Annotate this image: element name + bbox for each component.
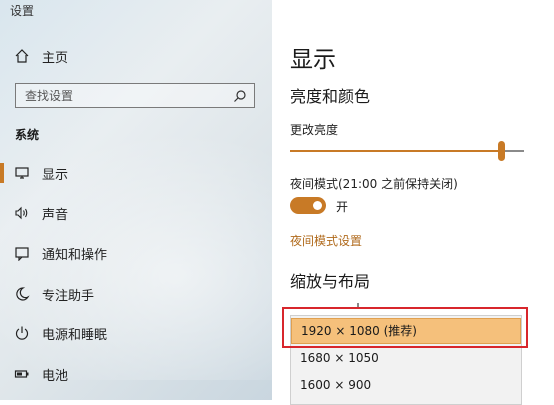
sidebar-item-label: 主页	[42, 50, 69, 66]
page-title: 显示	[290, 47, 336, 73]
window-title: 设置	[10, 4, 35, 18]
notification-icon	[14, 245, 30, 261]
night-light-settings-link[interactable]: 夜间模式设置	[290, 232, 362, 249]
section-label-system: 系统	[15, 128, 40, 142]
night-light-state: 开	[336, 200, 349, 214]
dropdown-scroll-indicator	[357, 303, 359, 309]
sidebar-item-label: 声音	[42, 207, 69, 223]
sidebar-item-sound[interactable]: 声音	[0, 195, 272, 231]
brightness-slider-thumb[interactable]	[497, 141, 505, 161]
monitor-icon	[14, 165, 30, 181]
search-icon[interactable]	[233, 88, 247, 102]
sidebar: 设置 主页 系统 显示 声音 通知和操作 专注助手	[0, 0, 272, 400]
search-input[interactable]	[16, 84, 225, 107]
scale-layout-heading: 缩放与布局	[290, 272, 371, 291]
resolution-option[interactable]: 1600 × 900	[291, 372, 521, 398]
sidebar-item-label: 电池	[42, 368, 69, 384]
brightness-section-heading: 亮度和颜色	[290, 87, 371, 106]
brightness-slider-fill	[290, 150, 501, 152]
sidebar-item-label: 通知和操作	[42, 247, 108, 263]
sidebar-item-focus-assist[interactable]: 专注助手	[0, 276, 272, 312]
toggle-knob	[313, 201, 322, 210]
resolution-option-selected[interactable]: 1920 × 1080 (推荐)	[291, 318, 521, 344]
brightness-label: 更改亮度	[290, 123, 339, 137]
search-field[interactable]	[15, 83, 255, 108]
sidebar-item-notifications[interactable]: 通知和操作	[0, 235, 272, 271]
sidebar-item-battery[interactable]: 电池	[0, 356, 272, 392]
sidebar-item-home[interactable]: 主页	[0, 38, 272, 74]
night-light-toggle[interactable]	[290, 197, 326, 214]
battery-icon	[14, 366, 30, 382]
home-icon	[14, 48, 30, 64]
sidebar-item-display[interactable]: 显示	[0, 155, 272, 191]
brightness-slider[interactable]	[290, 141, 524, 161]
resolution-dropdown-list[interactable]: 1920 × 1080 (推荐) 1680 × 1050 1600 × 900	[290, 315, 522, 405]
sidebar-item-power-sleep[interactable]: 电源和睡眠	[0, 315, 272, 351]
moon-icon	[14, 286, 30, 302]
speaker-icon	[14, 205, 30, 221]
main-panel: 显示 亮度和颜色 更改亮度 夜间模式(21:00 之前保持关闭) 开 夜间模式设…	[272, 0, 554, 405]
active-indicator	[0, 163, 4, 183]
night-light-label: 夜间模式(21:00 之前保持关闭)	[290, 177, 458, 191]
sidebar-item-label: 电源和睡眠	[42, 327, 108, 343]
sidebar-item-label: 显示	[42, 167, 69, 183]
power-icon	[14, 325, 30, 341]
sidebar-item-label: 专注助手	[42, 288, 95, 304]
resolution-option[interactable]: 1680 × 1050	[291, 345, 521, 371]
